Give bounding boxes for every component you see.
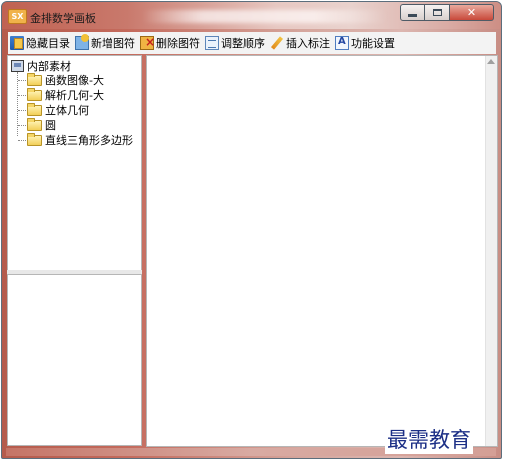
close-icon: ✕ xyxy=(466,6,477,19)
folder-icon xyxy=(27,72,42,86)
title-bar[interactable]: SX 金排数学画板 ✕ xyxy=(2,2,501,29)
preview-panel[interactable] xyxy=(7,274,142,446)
tree-branch-line xyxy=(18,124,26,126)
tree-item[interactable]: 解析几何-大 xyxy=(18,87,104,103)
hide-directory-icon xyxy=(10,36,24,50)
insert-annotation-button[interactable]: 插入标注 xyxy=(268,33,333,53)
close-button[interactable]: ✕ xyxy=(450,4,494,21)
add-symbol-icon xyxy=(75,34,89,50)
watermark: 最需教育 xyxy=(385,424,473,454)
maximize-icon xyxy=(432,9,442,16)
adjust-order-icon xyxy=(205,36,219,50)
toolbar: 隐藏目录 新增图符 删除图符 调整顺序 插入标注 功能设置 xyxy=(8,32,496,54)
folder-icon xyxy=(27,132,42,146)
folder-icon xyxy=(27,117,42,131)
tree-item-label: 圆 xyxy=(45,119,56,132)
delete-symbol-icon xyxy=(140,35,155,50)
folder-icon xyxy=(27,87,42,101)
tree-item-label: 直线三角形多边形 xyxy=(45,134,133,147)
computer-icon xyxy=(11,60,24,72)
window-title: 金排数学画板 xyxy=(30,12,96,25)
tree-branch-line xyxy=(18,139,26,141)
tree-item-label: 函数图像-大 xyxy=(45,74,104,87)
folder-icon xyxy=(27,102,42,116)
hide-directory-label: 隐藏目录 xyxy=(26,37,70,50)
add-symbol-label: 新增图符 xyxy=(91,37,135,50)
tree-item[interactable]: 函数图像-大 xyxy=(18,72,104,88)
pencil-icon xyxy=(270,36,284,50)
adjust-order-label: 调整顺序 xyxy=(221,37,265,50)
tree-item[interactable]: 立体几何 xyxy=(18,102,89,118)
tree-item-label: 解析几何-大 xyxy=(45,89,104,102)
add-symbol-button[interactable]: 新增图符 xyxy=(73,33,138,53)
title-blur xyxy=(142,10,387,23)
tree-branch-line xyxy=(18,94,26,96)
tree-item[interactable]: 直线三角形多边形 xyxy=(18,132,133,148)
scroll-up-icon[interactable] xyxy=(487,59,495,64)
maximize-button[interactable] xyxy=(425,4,450,21)
minimize-button[interactable] xyxy=(400,4,425,21)
insert-annotation-label: 插入标注 xyxy=(286,37,330,50)
hide-directory-button[interactable]: 隐藏目录 xyxy=(8,33,73,53)
function-settings-label: 功能设置 xyxy=(351,37,395,50)
app-icon: SX xyxy=(8,9,27,24)
canvas-panel[interactable] xyxy=(146,55,498,447)
function-settings-icon xyxy=(335,36,349,50)
tree-branch-line xyxy=(18,109,26,111)
tree-item-label: 立体几何 xyxy=(45,104,89,117)
directory-tree-panel[interactable]: 内部素材 函数图像-大 解析几何-大 立体几何 圆 直线三角形多边形 xyxy=(7,55,142,272)
vertical-scrollbar[interactable] xyxy=(485,56,497,446)
tree-branch-line xyxy=(18,79,26,81)
delete-symbol-label: 删除图符 xyxy=(156,37,200,50)
delete-symbol-button[interactable]: 删除图符 xyxy=(138,33,203,53)
minimize-icon xyxy=(408,14,417,17)
window-controls: ✕ xyxy=(400,4,494,22)
function-settings-button[interactable]: 功能设置 xyxy=(333,33,398,53)
tree-item[interactable]: 圆 xyxy=(18,117,56,133)
adjust-order-button[interactable]: 调整顺序 xyxy=(203,33,268,53)
